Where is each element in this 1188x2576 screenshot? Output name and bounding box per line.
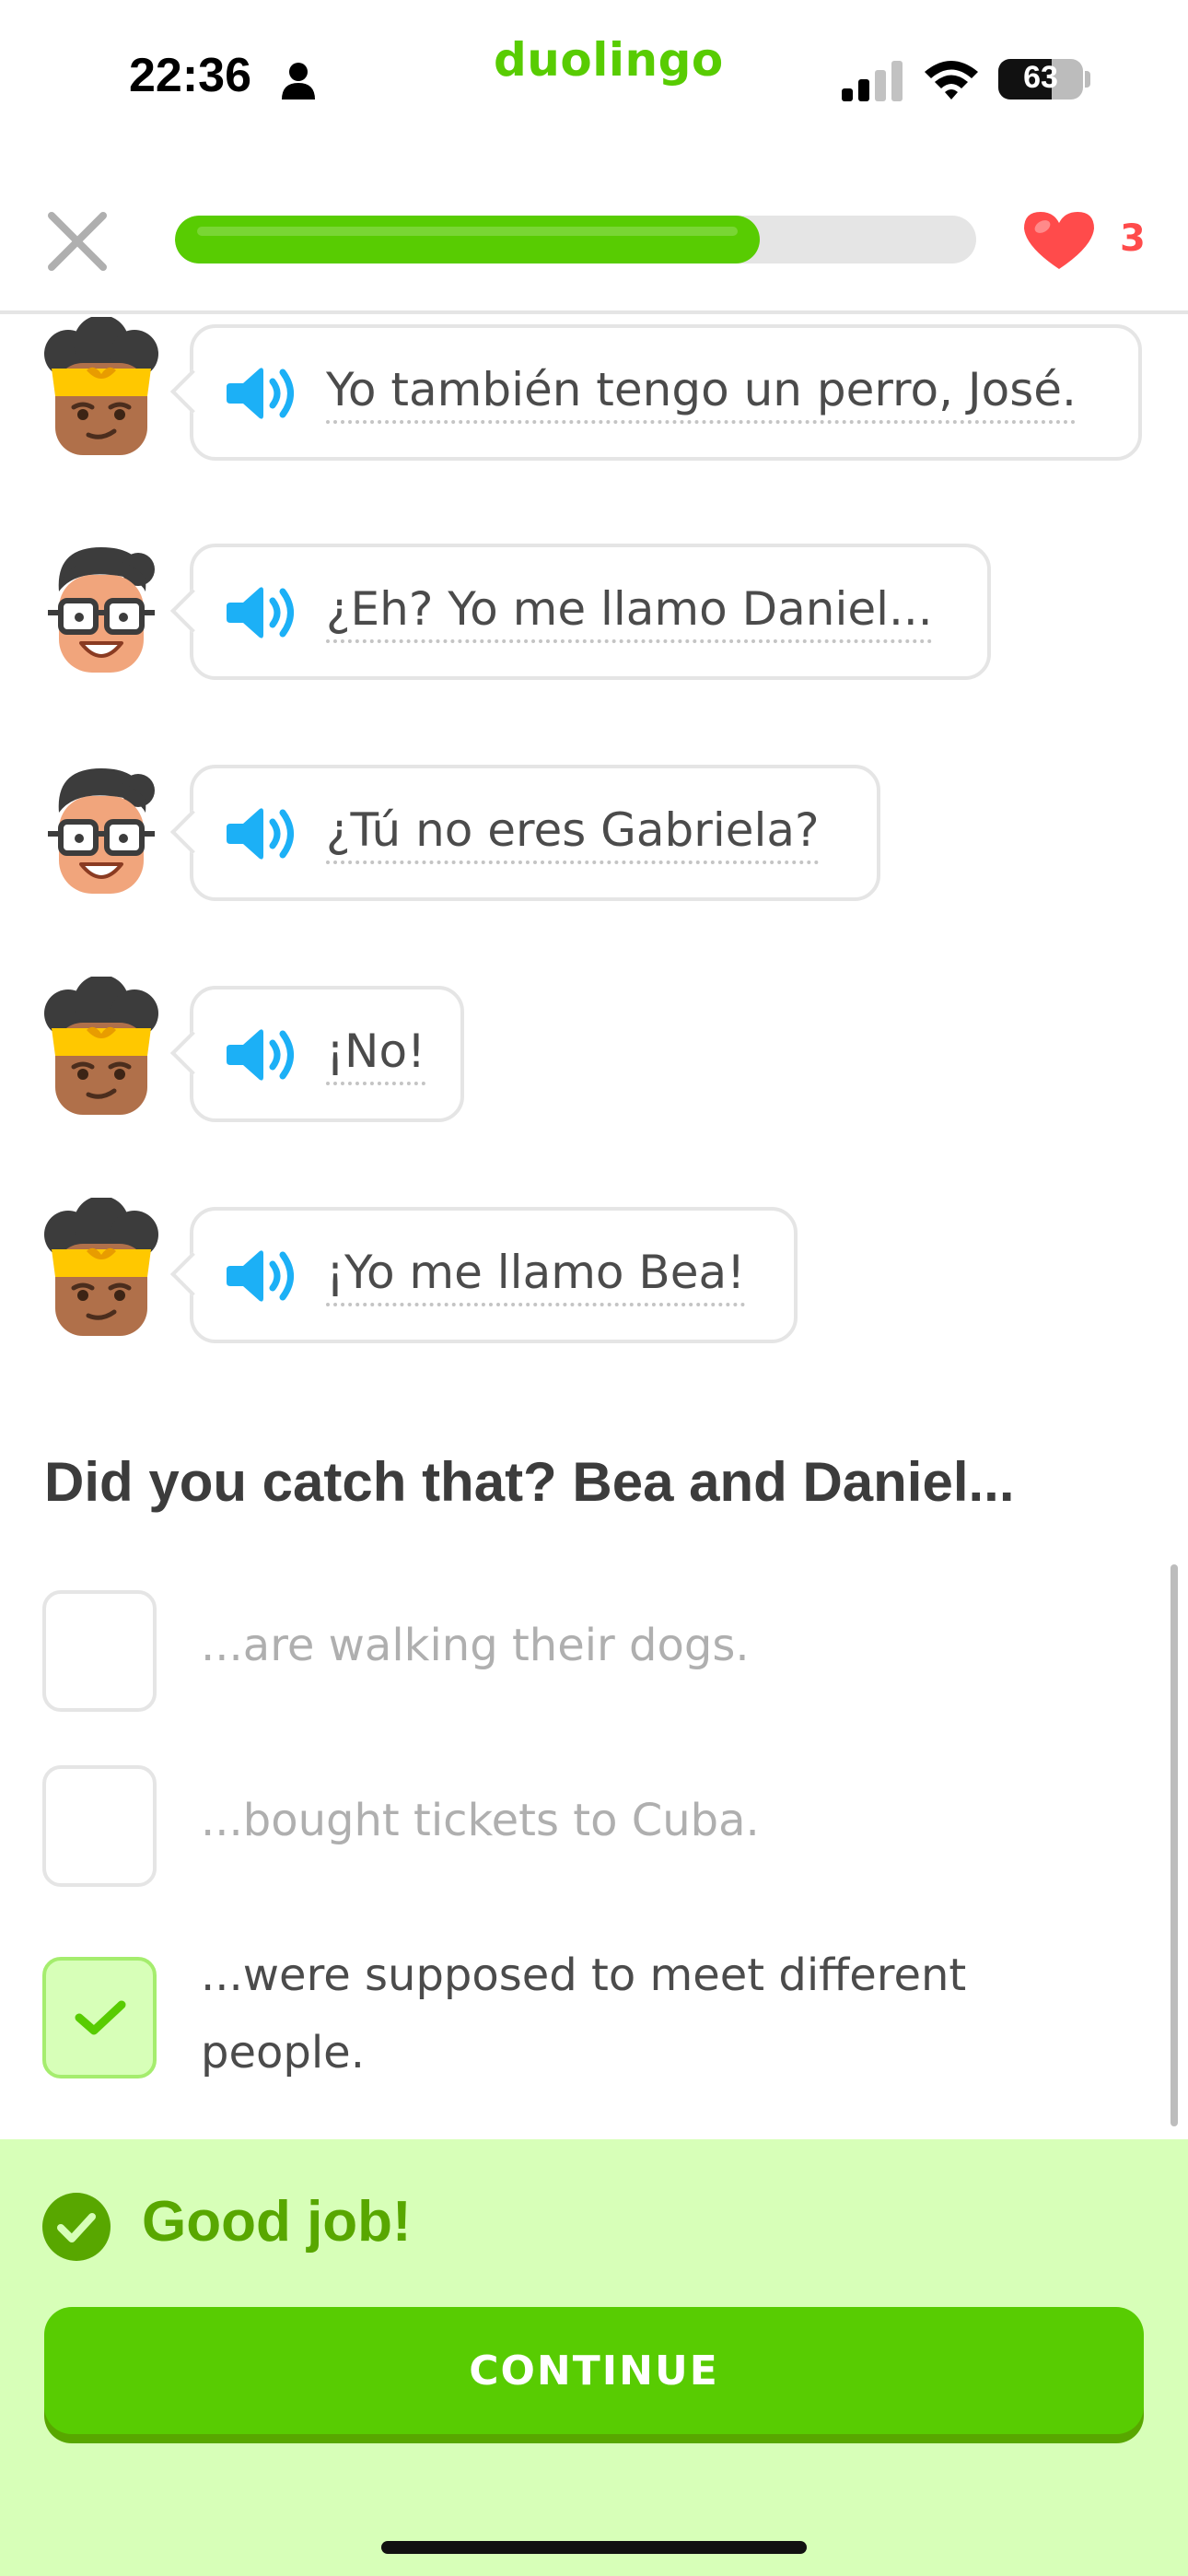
option-checkbox[interactable] bbox=[42, 1590, 157, 1712]
bea-avatar bbox=[37, 317, 166, 464]
dialogue-line: Yo también tengo un perro, José. bbox=[0, 317, 1188, 464]
daniel-avatar bbox=[37, 755, 166, 903]
speaker-icon[interactable] bbox=[227, 803, 302, 864]
status-time: 22:36 bbox=[129, 49, 251, 102]
hearts-count: 3 bbox=[1120, 217, 1146, 260]
cellular-signal-icon bbox=[842, 61, 903, 101]
duolingo-logo: duolingo bbox=[494, 33, 724, 87]
checkmark-icon bbox=[75, 2000, 126, 2035]
speech-bubble[interactable]: ¿Tú no eres Gabriela? bbox=[190, 765, 880, 901]
speech-bubble[interactable]: Yo también tengo un perro, José. bbox=[190, 324, 1142, 461]
scrollbar-thumb[interactable] bbox=[1171, 1564, 1178, 2126]
close-icon[interactable] bbox=[44, 208, 111, 275]
dialogue-line: ¿Tú no eres Gabriela? bbox=[0, 755, 1188, 903]
option-label[interactable]: ...are walking their dogs. bbox=[201, 1620, 750, 1671]
dialogue-line: ¡Yo me llamo Bea! bbox=[0, 1198, 1188, 1345]
option-label[interactable]: ...bought tickets to Cuba. bbox=[201, 1795, 760, 1846]
bea-avatar bbox=[37, 977, 166, 1124]
lesson-progress-bar bbox=[175, 216, 976, 263]
bea-avatar bbox=[37, 1198, 166, 1345]
dialogue-text[interactable]: ¿Tú no eres Gabriela? bbox=[326, 803, 820, 857]
speaker-icon[interactable] bbox=[227, 1025, 302, 1085]
speech-bubble[interactable]: ¿Eh? Yo me llamo Daniel... bbox=[190, 544, 991, 680]
dialogue-text[interactable]: ¡No! bbox=[326, 1025, 425, 1078]
dialogue-line: ¡No! bbox=[0, 977, 1188, 1124]
option-label-selected[interactable]: ...were supposed to meet different peopl… bbox=[201, 1937, 1122, 2091]
feedback-message: Good job! bbox=[142, 2190, 412, 2254]
lesson-progress-fill bbox=[175, 216, 761, 263]
option-checkbox-checked[interactable] bbox=[42, 1957, 157, 2078]
dialogue-line: ¿Eh? Yo me llamo Daniel... bbox=[0, 534, 1188, 682]
question-prompt: Did you catch that? Bea and Daniel... bbox=[44, 1451, 1015, 1513]
speaker-icon[interactable] bbox=[227, 363, 302, 424]
dialogue-text[interactable]: ¡Yo me llamo Bea! bbox=[326, 1246, 745, 1299]
header-divider bbox=[0, 310, 1188, 314]
daniel-avatar bbox=[37, 534, 166, 682]
speech-bubble[interactable]: ¡No! bbox=[190, 986, 464, 1122]
heart-icon bbox=[1024, 212, 1094, 269]
wifi-icon bbox=[925, 61, 978, 100]
person-icon bbox=[282, 63, 315, 100]
speech-bubble[interactable]: ¡Yo me llamo Bea! bbox=[190, 1207, 798, 1343]
speaker-icon[interactable] bbox=[227, 582, 302, 643]
success-check-icon bbox=[42, 2193, 111, 2261]
option-checkbox[interactable] bbox=[42, 1765, 157, 1887]
battery-level-text: 63 bbox=[1023, 60, 1058, 95]
continue-button[interactable]: CONTINUE bbox=[44, 2307, 1144, 2434]
home-indicator[interactable] bbox=[381, 2541, 807, 2554]
speaker-icon[interactable] bbox=[227, 1246, 302, 1306]
dialogue-text[interactable]: Yo también tengo un perro, José. bbox=[326, 363, 1077, 416]
battery-icon: 63 bbox=[998, 59, 1083, 100]
battery-tip bbox=[1085, 71, 1090, 88]
dialogue-text[interactable]: ¿Eh? Yo me llamo Daniel... bbox=[326, 582, 933, 636]
